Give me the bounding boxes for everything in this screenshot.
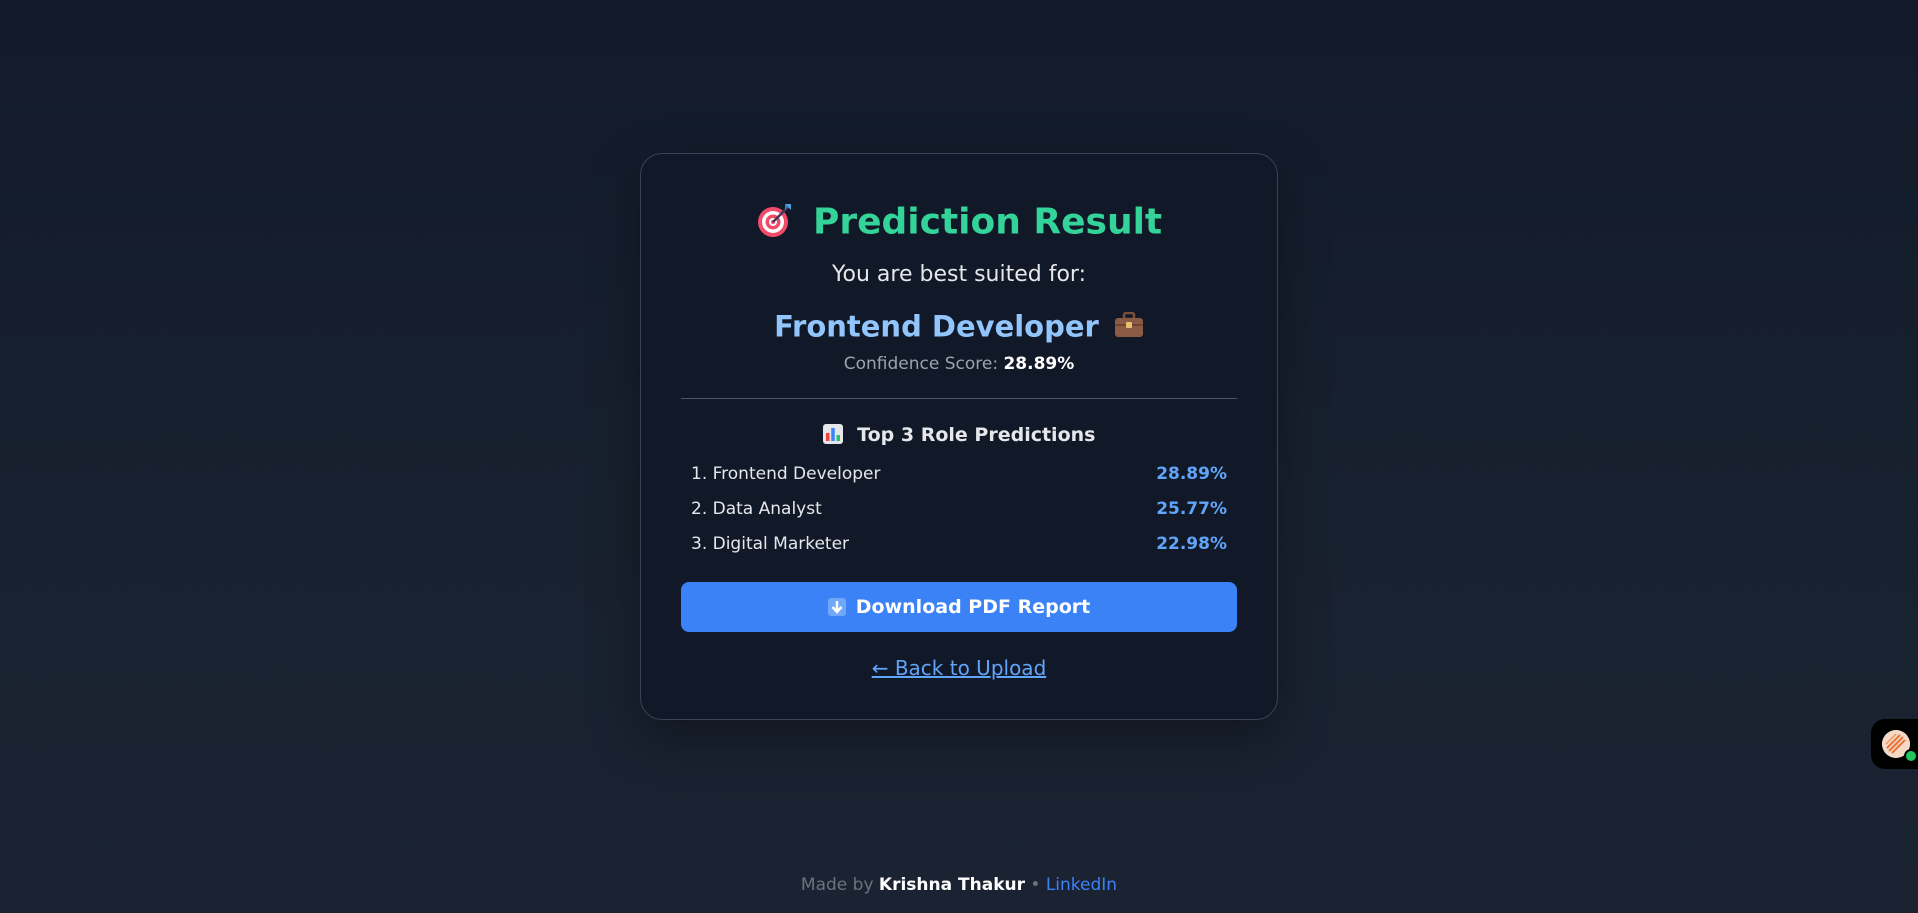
footer-made-by: Made by bbox=[800, 875, 874, 895]
prediction-name: 1. Frontend Developer bbox=[691, 464, 881, 484]
page-title: Prediction Result bbox=[812, 201, 1163, 243]
back-to-upload-link[interactable]: ← Back to Upload bbox=[681, 656, 1237, 680]
footer-separator: • bbox=[1030, 875, 1041, 895]
download-pdf-label: Download PDF Report bbox=[855, 596, 1091, 618]
prediction-list: 1. Frontend Developer 28.89% 2. Data Ana… bbox=[681, 457, 1237, 562]
download-arrow-icon bbox=[827, 598, 846, 616]
top3-title-row: Top 3 Role Predictions bbox=[681, 421, 1237, 449]
predicted-role-row: Frontend Developer bbox=[681, 306, 1237, 346]
predicted-role: Frontend Developer bbox=[774, 309, 1099, 344]
list-item: 3. Digital Marketer 22.98% bbox=[691, 527, 1227, 562]
target-icon bbox=[756, 201, 794, 239]
footer-author: Krishna Thakur bbox=[878, 875, 1025, 895]
confidence-value: 28.89% bbox=[1003, 354, 1075, 374]
prediction-name: 3. Digital Marketer bbox=[691, 534, 850, 554]
bar-chart-icon bbox=[822, 423, 843, 444]
confidence-score: Confidence Score: 28.89% bbox=[681, 352, 1237, 376]
prediction-score: 28.89% bbox=[1156, 464, 1227, 484]
prediction-card: Prediction Result You are best suited fo… bbox=[640, 153, 1278, 720]
linkedin-link[interactable]: LinkedIn bbox=[1046, 875, 1117, 895]
confidence-label: Confidence Score: bbox=[843, 354, 999, 374]
online-status-icon bbox=[1904, 749, 1918, 763]
prediction-name: 2. Data Analyst bbox=[691, 499, 822, 519]
chat-widget-button[interactable] bbox=[1871, 719, 1918, 769]
top3-title: Top 3 Role Predictions bbox=[857, 424, 1096, 446]
prediction-score: 25.77% bbox=[1156, 499, 1227, 519]
divider bbox=[681, 398, 1237, 399]
list-item: 1. Frontend Developer 28.89% bbox=[691, 457, 1227, 492]
result-subtitle: You are best suited for: bbox=[832, 262, 1086, 287]
prediction-score: 22.98% bbox=[1156, 534, 1227, 554]
download-pdf-button[interactable]: Download PDF Report bbox=[681, 582, 1237, 632]
briefcase-icon bbox=[1114, 311, 1144, 338]
list-item: 2. Data Analyst 25.77% bbox=[691, 492, 1227, 527]
footer: Made by Krishna Thakur • LinkedIn bbox=[0, 875, 1918, 895]
title-row: Prediction Result bbox=[681, 196, 1237, 248]
